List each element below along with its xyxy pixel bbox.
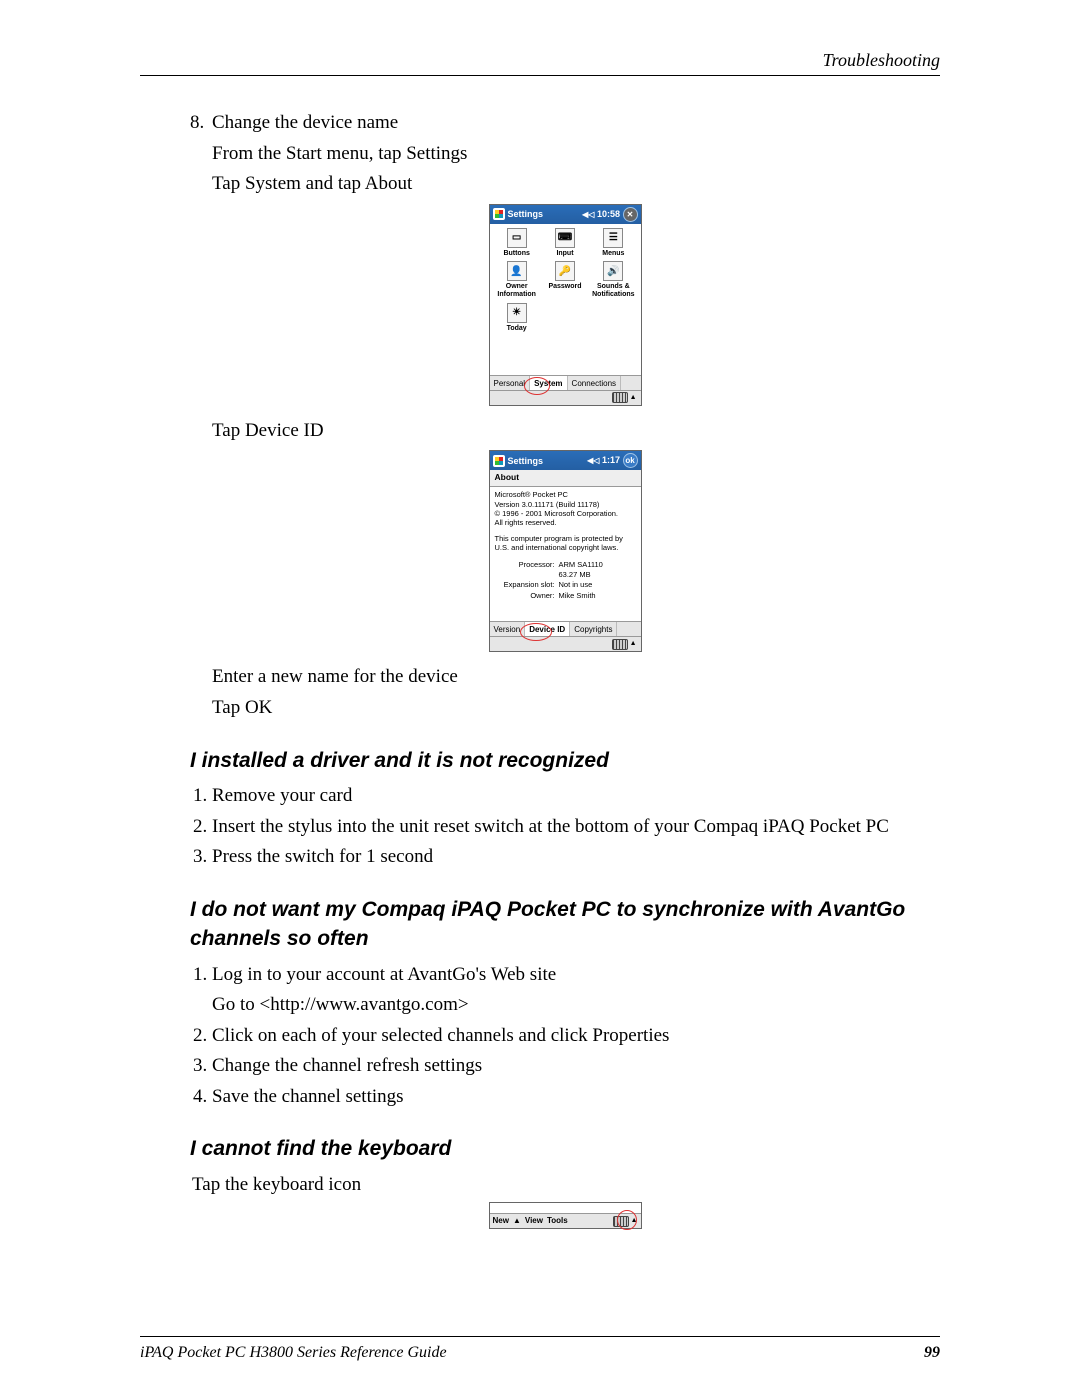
screenshot-settings: Settings ◀◁ 10:58 ✕ ▭Buttons ⌨Input ☰Men… [489, 204, 642, 406]
step-8-line-2: From the Start menu, tap Settings [212, 141, 940, 168]
clock-text: 10:58 [597, 209, 620, 219]
menu-view[interactable]: View [525, 1215, 543, 1226]
about-heading: About [490, 470, 641, 487]
keyboard-icon: ⌨ [555, 228, 575, 248]
highlight-circle-system [524, 377, 550, 395]
icon-sounds-notifications[interactable]: 🔊Sounds & Notifications [590, 261, 636, 298]
icon-owner-information[interactable]: 👤Owner Information [494, 261, 540, 298]
driver-steps: Remove your card Insert the stylus into … [190, 783, 940, 871]
close-icon[interactable]: ✕ [623, 207, 638, 222]
about-body: Microsoft® Pocket PC Version 3.0.11171 (… [490, 487, 641, 603]
start-icon[interactable] [493, 455, 505, 467]
bottom-strip: ▲ [490, 636, 641, 651]
about-line-2: Version 3.0.11171 (Build 11178) [495, 500, 636, 509]
ppc-titlebar: Settings ◀◁ 10:58 ✕ [490, 205, 641, 224]
list-item: Remove your card [212, 783, 940, 810]
about-line-4: All rights reserved. [495, 518, 636, 527]
ppc-titlebar: Settings ◀◁ 1:17 ok [490, 451, 641, 470]
icon-today[interactable]: ☀Today [494, 303, 540, 333]
step-enter-name: Enter a new name for the device [212, 664, 940, 691]
window-title: Settings [508, 208, 544, 221]
menu-icon: ☰ [603, 228, 623, 248]
footer-page-number: 99 [924, 1344, 940, 1362]
step-tap-device-id: Tap Device ID [212, 418, 940, 445]
bottom-strip: ▲ [490, 390, 641, 405]
list-item: Log in to your account at AvantGo's Web … [212, 962, 940, 1019]
ok-button[interactable]: ok [623, 453, 638, 468]
key-icon: 🔑 [555, 261, 575, 281]
about-line-3: © 1996 - 2001 Microsoft Corporation. [495, 509, 636, 518]
step-8: 8.Change the device name From the Start … [190, 110, 940, 198]
window-title: Settings [508, 455, 544, 468]
step-8-line-3: Tap System and tap About [212, 171, 940, 198]
highlight-circle-keyboard [617, 1210, 637, 1230]
step-8-title: Change the device name [212, 112, 398, 133]
list-item: Change the channel refresh settings [212, 1053, 940, 1080]
highlight-circle-device-id [520, 623, 552, 641]
list-item: Click on each of your selected channels … [212, 1023, 940, 1050]
header-rule [140, 75, 940, 76]
section-title-keyboard: I cannot find the keyboard [190, 1134, 940, 1163]
clock-text: 1:17 [602, 455, 620, 465]
list-item: Insert the stylus into the unit reset sw… [212, 814, 940, 841]
tab-copyrights[interactable]: Copyrights [570, 622, 617, 637]
tab-connections[interactable]: Connections [568, 376, 621, 391]
list-number: 8. [190, 110, 212, 137]
settings-icons-grid: ▭Buttons ⌨Input ☰Menus 👤Owner Informatio… [490, 224, 641, 337]
icon-input[interactable]: ⌨Input [542, 228, 588, 258]
body-content: 8.Change the device name From the Start … [190, 110, 940, 1229]
volume-icon[interactable]: ◀◁ [587, 456, 599, 465]
avantgo-steps: Log in to your account at AvantGo's Web … [190, 962, 940, 1111]
sip-arrow-icon[interactable]: ▲ [513, 1215, 521, 1226]
keyboard-icon[interactable] [612, 392, 628, 403]
footer-rule [140, 1336, 940, 1337]
menu-new[interactable]: New [493, 1215, 509, 1226]
page: Troubleshooting 8.Change the device name… [0, 0, 1080, 1397]
running-header: Troubleshooting [823, 50, 940, 71]
keyboard-icon[interactable] [612, 639, 628, 650]
section-title-avantgo: I do not want my Compaq iPAQ Pocket PC t… [190, 895, 940, 954]
icon-menus[interactable]: ☰Menus [590, 228, 636, 258]
about-copyright: This computer program is protected by U.… [495, 534, 636, 553]
start-icon[interactable] [493, 208, 505, 220]
settings-tabbar: Personal System Connections [490, 375, 641, 391]
footer-left: iPAQ Pocket PC H3800 Series Reference Gu… [140, 1344, 447, 1362]
today-icon: ☀ [507, 303, 527, 323]
sip-arrow-icon[interactable]: ▲ [630, 393, 637, 403]
screenshot-taskbar: New ▲ View Tools ▲ [489, 1202, 642, 1228]
icon-buttons[interactable]: ▭Buttons [494, 228, 540, 258]
volume-icon[interactable]: ◀◁ [582, 210, 594, 219]
icon-password[interactable]: 🔑Password [542, 261, 588, 298]
owner-icon: 👤 [507, 261, 527, 281]
keyboard-text: Tap the keyboard icon [192, 1172, 940, 1199]
list-item: Press the switch for 1 second [212, 844, 940, 871]
sound-icon: 🔊 [603, 261, 623, 281]
device-icon: ▭ [507, 228, 527, 248]
list-item: Save the channel settings [212, 1084, 940, 1111]
about-line-1: Microsoft® Pocket PC [495, 490, 636, 499]
menu-tools[interactable]: Tools [547, 1215, 568, 1226]
screenshot-about: Settings ◀◁ 1:17 ok About Microsoft® Poc… [489, 450, 642, 652]
step-sub-url: Go to <http://www.avantgo.com> [212, 992, 940, 1019]
step-tap-ok: Tap OK [212, 695, 940, 722]
about-tabbar: Version Device ID Copyrights [490, 621, 641, 637]
section-title-driver: I installed a driver and it is not recog… [190, 746, 940, 775]
sip-arrow-icon[interactable]: ▲ [630, 639, 637, 649]
